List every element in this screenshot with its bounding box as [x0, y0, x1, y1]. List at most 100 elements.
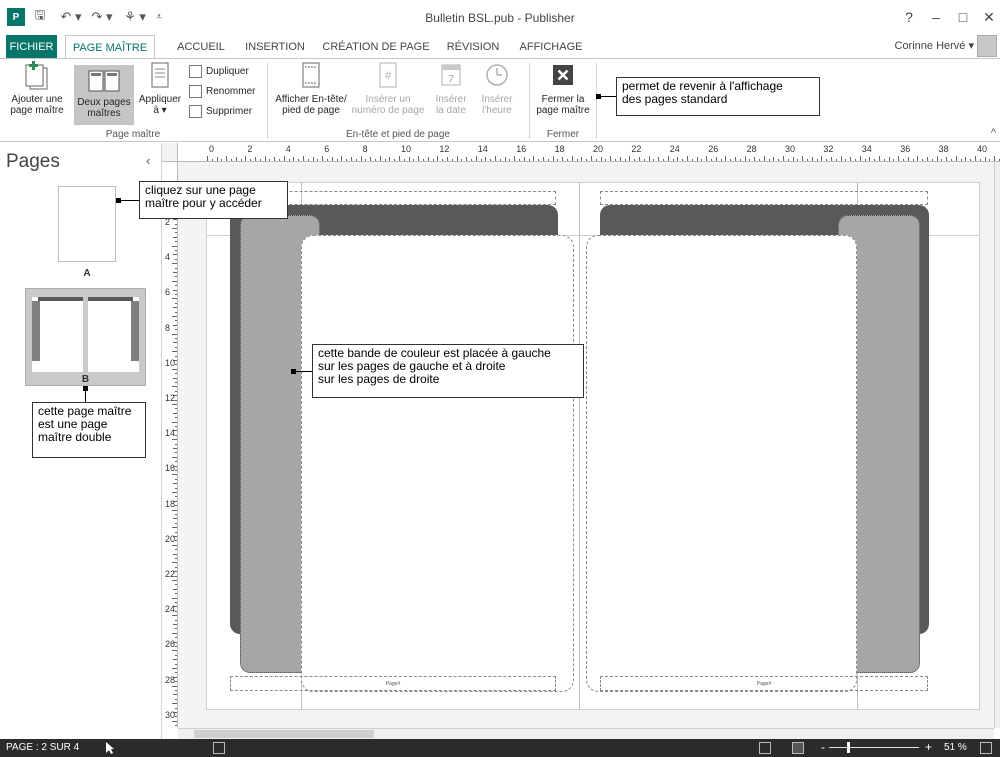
ruler-tick — [629, 156, 631, 161]
format-painter-icon[interactable]: ⚘ ▾ — [120, 8, 150, 26]
add-master-label-1: Ajouter une — [11, 94, 63, 105]
ruler-tick — [989, 159, 991, 161]
footer-placeholder-right[interactable]: Page# — [600, 676, 928, 691]
thumb-right-band — [88, 297, 133, 301]
tab-fichier[interactable]: FICHIER — [6, 35, 57, 58]
ruler-tick — [687, 156, 688, 161]
callout-anchor-dot — [596, 94, 601, 99]
two-page-view-icon[interactable] — [792, 742, 804, 754]
horizontal-ruler[interactable]: 0246810121416182022242628303234363840424… — [178, 143, 1000, 162]
duplicate-button[interactable]: Dupliquer — [189, 63, 249, 80]
restore-button[interactable]: □ — [952, 6, 974, 28]
right-page-content-area[interactable] — [586, 235, 857, 692]
ruler-label: 24 — [669, 144, 680, 154]
apply-to-button[interactable]: Appliquer à ▾ — [135, 61, 185, 125]
group-separator — [529, 63, 530, 139]
tab-page-maitre[interactable]: PAGE MAÎTRE — [65, 35, 155, 59]
ruler-label: 20 — [165, 533, 176, 544]
zoom-slider-track[interactable] — [829, 747, 919, 748]
single-page-view-icon[interactable] — [759, 742, 771, 754]
header-placeholder-right[interactable] — [600, 191, 928, 205]
horizontal-scrollbar[interactable] — [178, 728, 994, 739]
ruler-tick — [175, 514, 177, 515]
header-footer-button[interactable]: Afficher En-tête/ pied de page — [273, 61, 349, 125]
avatar[interactable] — [977, 35, 997, 57]
collapse-ribbon-button[interactable]: ^ — [991, 127, 996, 139]
help-button[interactable]: ? — [898, 6, 920, 28]
ruler-tick — [175, 487, 177, 489]
tab-affichage[interactable]: AFFICHAGE — [513, 35, 589, 58]
duplicate-label: Dupliquer — [206, 66, 249, 77]
two-master-pages-button[interactable]: Deux pages maîtres — [74, 65, 134, 125]
thumb-left-band — [38, 297, 83, 301]
zoom-slider-thumb[interactable] — [847, 742, 850, 753]
callout-color-band: cette bande de couleur est placée à gauc… — [312, 344, 584, 398]
master-page-a-thumbnail[interactable] — [58, 186, 116, 262]
ruler-label: 26 — [708, 144, 719, 154]
add-master-page-button[interactable]: Ajouter une page maître — [2, 61, 72, 125]
rename-button[interactable]: Renommer — [189, 83, 255, 100]
undo-icon[interactable]: ↶ ▾ — [57, 8, 85, 26]
ruler-tick — [475, 156, 477, 161]
ruler-tick — [994, 156, 996, 161]
master-page-b-thumbnail[interactable] — [25, 288, 146, 386]
tab-accueil[interactable]: ACCUEIL — [170, 35, 232, 58]
ruler-tick — [485, 157, 487, 161]
ruler-tick — [624, 159, 626, 161]
ruler-tick — [173, 659, 177, 661]
document-canvas[interactable]: Page# Page# — [178, 162, 994, 728]
vertical-scrollbar[interactable] — [994, 162, 1000, 728]
delete-button[interactable]: Supprimer — [189, 103, 252, 120]
save-icon[interactable]: 🖫 — [31, 7, 49, 26]
callout-double-master: cette page maître est une page maître do… — [32, 402, 146, 458]
ruler-tick — [859, 156, 861, 161]
ruler-tick — [739, 159, 741, 161]
status-bar: PAGE : 2 SUR 4 - + 51 % — [0, 739, 1000, 757]
horizontal-scroll-thumb[interactable] — [194, 730, 374, 738]
ruler-tick — [288, 159, 290, 161]
tab-revision[interactable]: RÉVISION — [440, 35, 506, 58]
ruler-tick — [778, 159, 780, 161]
ruler-tick — [759, 159, 760, 161]
spine-guide — [579, 182, 580, 710]
tab-insertion[interactable]: INSERTION — [239, 35, 311, 58]
page-number-label-2: numéro de page — [351, 105, 425, 116]
ruler-tick — [442, 159, 444, 161]
insert-page-number-button[interactable]: # Insérer un numéro de page — [349, 61, 427, 125]
left-page-content-area[interactable] — [301, 235, 574, 692]
ruler-tick — [471, 159, 472, 161]
redo-icon[interactable]: ↷ ▾ — [88, 8, 116, 26]
zoom-out-button[interactable]: - — [821, 740, 825, 754]
ruler-tick — [175, 232, 177, 234]
footer-placeholder-left[interactable]: Page# — [230, 676, 556, 691]
minimize-button[interactable]: – — [925, 6, 947, 28]
ruler-tick — [175, 707, 177, 709]
insert-time-button[interactable]: Insérer l'heure — [474, 61, 520, 125]
ruler-tick — [216, 157, 218, 161]
zoom-in-button[interactable]: + — [925, 740, 932, 754]
ruler-tick — [720, 159, 722, 161]
close-master-page-button[interactable]: Fermer la page maître — [532, 61, 594, 125]
object-position-icon[interactable] — [213, 742, 225, 754]
page-count-status[interactable]: PAGE : 2 SUR 4 — [6, 742, 79, 753]
callout-anchor-dot — [83, 386, 88, 391]
ruler-tick — [379, 156, 381, 161]
vertical-ruler[interactable]: 2 4 6 8 10 12 14 16 18 20 22 24 26 28 30 — [162, 162, 178, 728]
ruler-tick — [175, 619, 177, 621]
collapse-pane-icon[interactable]: ‹ — [146, 153, 150, 168]
ruler-tick — [172, 650, 177, 652]
tab-creation-de-page[interactable]: CRÉATION DE PAGE — [319, 35, 433, 58]
fit-page-icon[interactable] — [980, 742, 992, 754]
insert-date-button[interactable]: 7 Insérer la date — [429, 61, 473, 125]
ruler-tick — [461, 159, 463, 161]
ruler-tick — [172, 597, 177, 599]
thumb-left-page — [32, 297, 83, 372]
zoom-level[interactable]: 51 % — [944, 742, 967, 753]
ruler-tick — [835, 159, 837, 161]
user-account-menu[interactable]: Corinne Hervé ▾ — [895, 39, 975, 52]
ruler-tick — [845, 159, 847, 161]
close-window-button[interactable]: ✕ — [978, 6, 1000, 28]
customize-toolbar-icon[interactable]: ⩡ — [152, 8, 166, 26]
ruler-label: 28 — [746, 144, 757, 154]
ruler-tick — [389, 157, 391, 161]
